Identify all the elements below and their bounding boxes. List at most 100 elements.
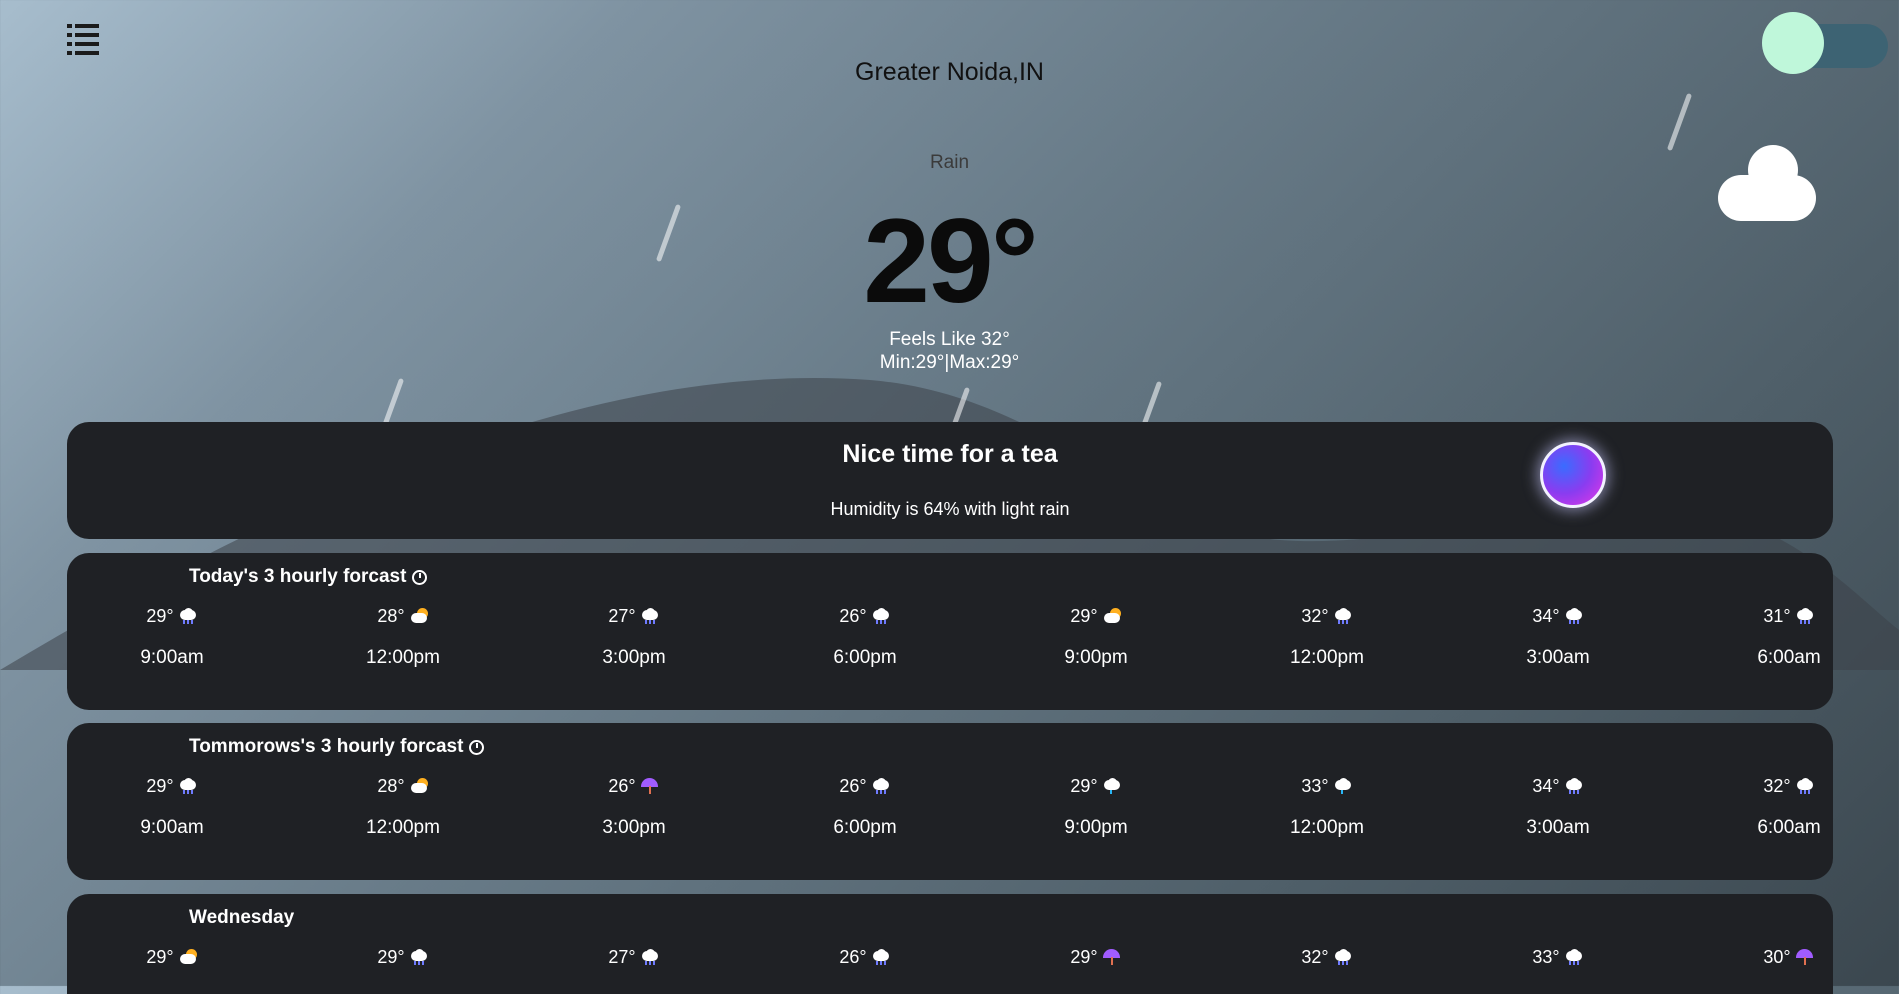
slot-temp-row: 32° <box>1734 773 1844 799</box>
slot-temperature: 27° <box>608 605 636 626</box>
partly-cloudy-icon <box>407 608 429 624</box>
drizzle-cloud-icon <box>1100 778 1122 794</box>
slot-time: 9:00am <box>140 647 204 668</box>
forecast-slot: 34° 3:00am <box>1503 773 1613 839</box>
forecast-slot: 33° 12:00pm <box>1272 773 1382 839</box>
slot-temp-row: 29° <box>348 944 458 970</box>
forecast-slot: 30° <box>1734 944 1844 970</box>
rain-cloud-icon <box>869 608 891 624</box>
slot-time: 12:00pm <box>1290 647 1364 668</box>
slot-temperature: 32° <box>1301 605 1329 626</box>
slot-temp-row: 26° <box>810 944 920 970</box>
slot-temp-row: 33° <box>1503 944 1613 970</box>
rain-cloud-icon <box>1793 608 1815 624</box>
forecast-slot: 31° 6:00am <box>1734 603 1844 669</box>
slot-time: 3:00pm <box>602 647 666 668</box>
slot-temp-row: 26° <box>810 603 920 629</box>
slot-temperature: 29° <box>1070 775 1098 796</box>
slot-temperature: 26° <box>839 605 867 626</box>
forecast-slot: 32° 12:00pm <box>1272 603 1382 669</box>
weather-condition: Rain <box>929 152 970 173</box>
slot-temperature: 26° <box>608 775 636 796</box>
slot-temperature: 31° <box>1763 605 1791 626</box>
slot-temp-row: 30° <box>1734 944 1844 970</box>
min-max-temperature: Min:29°|Max:29° <box>879 352 1020 373</box>
slot-temp-row: 34° <box>1503 773 1613 799</box>
rain-cloud-icon <box>176 778 198 794</box>
slot-temperature: 29° <box>146 605 174 626</box>
rain-cloud-icon <box>1562 949 1584 965</box>
slot-time: 12:00pm <box>1290 817 1364 838</box>
forecast-card-wednesday: Wednesday 29° 29° 27° 26° 29° 32° 33° 30° <box>67 894 1833 994</box>
slot-time: 6:00am <box>1757 817 1821 838</box>
slot-temperature: 28° <box>377 775 405 796</box>
slot-time: 3:00am <box>1526 647 1590 668</box>
forecast-slot: 29° <box>348 944 458 970</box>
slot-time: 12:00pm <box>366 647 440 668</box>
forecast-slot: 26° <box>810 944 920 970</box>
slot-temp-row: 27° <box>579 603 689 629</box>
slot-temperature: 33° <box>1532 946 1560 967</box>
slot-temp-row: 27° <box>579 944 689 970</box>
umbrella-icon <box>1793 949 1815 965</box>
slot-temp-row: 26° <box>579 773 689 799</box>
slot-temperature: 29° <box>146 946 174 967</box>
forecast-slot: 26° 6:00pm <box>810 773 920 839</box>
slot-temp-row: 32° <box>1272 944 1382 970</box>
slot-temperature: 34° <box>1532 605 1560 626</box>
rain-cloud-icon <box>1331 608 1353 624</box>
clock-icon <box>412 569 428 585</box>
tip-card: Nice time for a tea Humidity is 64% with… <box>67 422 1833 539</box>
slot-temp-row: 33° <box>1272 773 1382 799</box>
slot-time: 9:00pm <box>1064 817 1128 838</box>
sun-behind-cloud-icon <box>1100 608 1122 624</box>
forecast-slot: 27° <box>579 944 689 970</box>
slot-temperature: 34° <box>1532 775 1560 796</box>
forecast-heading-text: Today's 3 hourly forcast <box>189 566 407 587</box>
slot-temperature: 32° <box>1763 775 1791 796</box>
slot-temp-row: 32° <box>1272 603 1382 629</box>
forecast-slot: 28° 12:00pm <box>348 773 458 839</box>
rain-cloud-icon <box>1562 608 1584 624</box>
rain-cloud-icon <box>1562 778 1584 794</box>
feels-like: Feels Like 32° <box>889 329 1010 350</box>
slot-temperature: 30° <box>1763 946 1791 967</box>
slot-time: 12:00pm <box>366 817 440 838</box>
umbrella-icon <box>638 778 660 794</box>
forecast-heading-text: Tommorows's 3 hourly forcast <box>189 736 464 757</box>
forecast-heading-text: Wednesday <box>189 907 295 928</box>
slot-temp-row: 31° <box>1734 603 1844 629</box>
forecast-heading: Wednesday <box>189 907 294 929</box>
forecast-slot: 33° <box>1503 944 1613 970</box>
forecast-heading: Today's 3 hourly forcast <box>189 566 428 588</box>
slot-temp-row: 29° <box>1041 944 1151 970</box>
slot-time: 9:00pm <box>1064 647 1128 668</box>
slot-time: 6:00am <box>1757 647 1821 668</box>
sun-behind-cloud-icon <box>176 949 198 965</box>
forecast-slot: 29° 9:00pm <box>1041 773 1151 839</box>
slot-time: 3:00am <box>1526 817 1590 838</box>
rain-cloud-icon <box>1331 949 1353 965</box>
assistant-orb-icon[interactable] <box>1540 442 1606 508</box>
forecast-slot: 26° 3:00pm <box>579 773 689 839</box>
forecast-slot: 29° 9:00am <box>117 773 227 839</box>
clock-icon <box>469 739 485 755</box>
forecast-heading: Tommorows's 3 hourly forcast <box>189 736 485 758</box>
forecast-slot: 29° <box>117 944 227 970</box>
forecast-slot: 29° 9:00pm <box>1041 603 1151 669</box>
partly-cloudy-icon <box>407 778 429 794</box>
rain-cloud-icon <box>638 608 660 624</box>
slot-temp-row: 29° <box>117 944 227 970</box>
drizzle-cloud-icon <box>1331 778 1353 794</box>
forecast-slot: 28° 12:00pm <box>348 603 458 669</box>
slot-temp-row: 28° <box>348 603 458 629</box>
rain-cloud-icon <box>1793 778 1815 794</box>
menu-list-icon[interactable] <box>67 22 99 56</box>
slot-temp-row: 29° <box>117 773 227 799</box>
current-temperature: 29° <box>863 194 1038 328</box>
slot-temperature: 29° <box>146 775 174 796</box>
forecast-card-tomorrow: Tommorows's 3 hourly forcast 29° 9:00am 28… <box>67 723 1833 880</box>
slot-temp-row: 29° <box>1041 773 1151 799</box>
slot-temp-row: 26° <box>810 773 920 799</box>
forecast-slot: 34° 3:00am <box>1503 603 1613 669</box>
